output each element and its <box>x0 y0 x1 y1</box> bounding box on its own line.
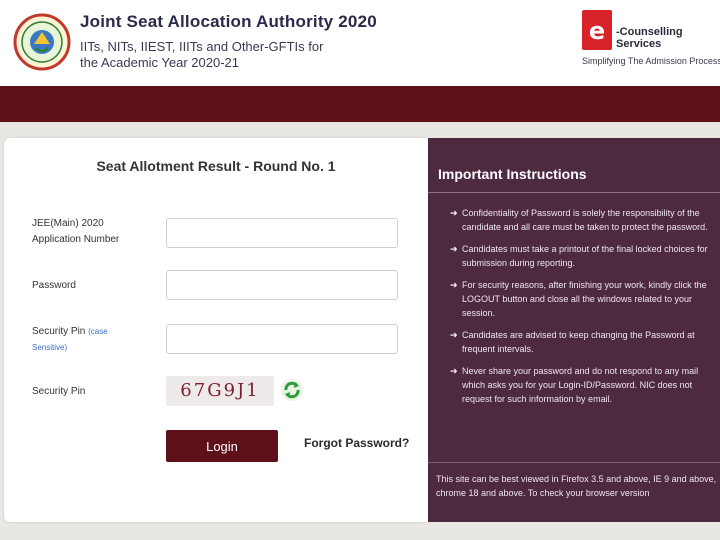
application-number-input[interactable] <box>166 218 398 248</box>
list-item: ➔ Never share your password and do not re… <box>450 366 699 404</box>
arrow-right-icon: ➔ <box>450 366 458 376</box>
list-item: ➔ Confidentiality of Password is solely t… <box>450 208 708 232</box>
instructions-panel: Important Instructions ➔ Confidentiality … <box>428 138 720 522</box>
forgot-password-link[interactable]: Forgot Password? <box>304 436 409 450</box>
instructions-divider <box>428 192 720 193</box>
password-input[interactable] <box>166 270 398 300</box>
arrow-right-icon: ➔ <box>450 330 458 340</box>
captcha-label: Security Pin <box>32 386 86 397</box>
instructions-title: Important Instructions <box>438 166 587 182</box>
login-button[interactable]: Login <box>166 430 278 462</box>
footer-divider <box>428 462 720 463</box>
brand-name: -Counselling Services <box>616 26 683 50</box>
application-number-label: JEE(Main) 2020 Application Number <box>32 218 120 245</box>
org-title: Joint Seat Allocation Authority 2020 <box>80 12 377 31</box>
instructions-list: ➔ Confidentiality of Password is solely t… <box>450 206 716 414</box>
arrow-right-icon: ➔ <box>450 280 458 290</box>
list-item: ➔ Candidates are advised to keep changing… <box>450 330 695 354</box>
brand-tagline: Simplifying The Admission Process <box>582 56 720 66</box>
arrow-right-icon: ➔ <box>450 244 458 254</box>
josaa-logo-icon <box>12 8 72 80</box>
brand-logo: e -Counselling Services Simplifying The … <box>582 10 720 72</box>
captcha-image: 67G9J1 <box>166 376 274 406</box>
header-band <box>0 86 720 122</box>
security-pin-label: Security Pin <box>32 326 86 337</box>
org-subtitle: IITs, NITs, IIEST, IIITs and Other-GFTIs… <box>80 39 324 70</box>
refresh-icon[interactable] <box>280 378 304 402</box>
list-item: ➔ Candidates must take a printout of the … <box>450 244 708 268</box>
form-title: Seat Allotment Result - Round No. 1 <box>96 158 336 174</box>
arrow-right-icon: ➔ <box>450 208 458 218</box>
site-header: Joint Seat Allocation Authority 2020 IIT… <box>0 0 720 86</box>
svg-text:e: e <box>589 17 605 45</box>
security-pin-input[interactable] <box>166 324 398 354</box>
security-pin-label-block: Security Pin (case Sensitive) <box>32 324 122 356</box>
list-item: ➔ For security reasons, after finishing y… <box>450 280 707 318</box>
login-panel: Seat Allotment Result - Round No. 1 JEE(… <box>4 138 428 522</box>
password-label: Password <box>32 280 76 291</box>
browser-note: This site can be best viewed in Firefox … <box>436 474 717 498</box>
e-counselling-logo-icon: e <box>582 10 612 50</box>
